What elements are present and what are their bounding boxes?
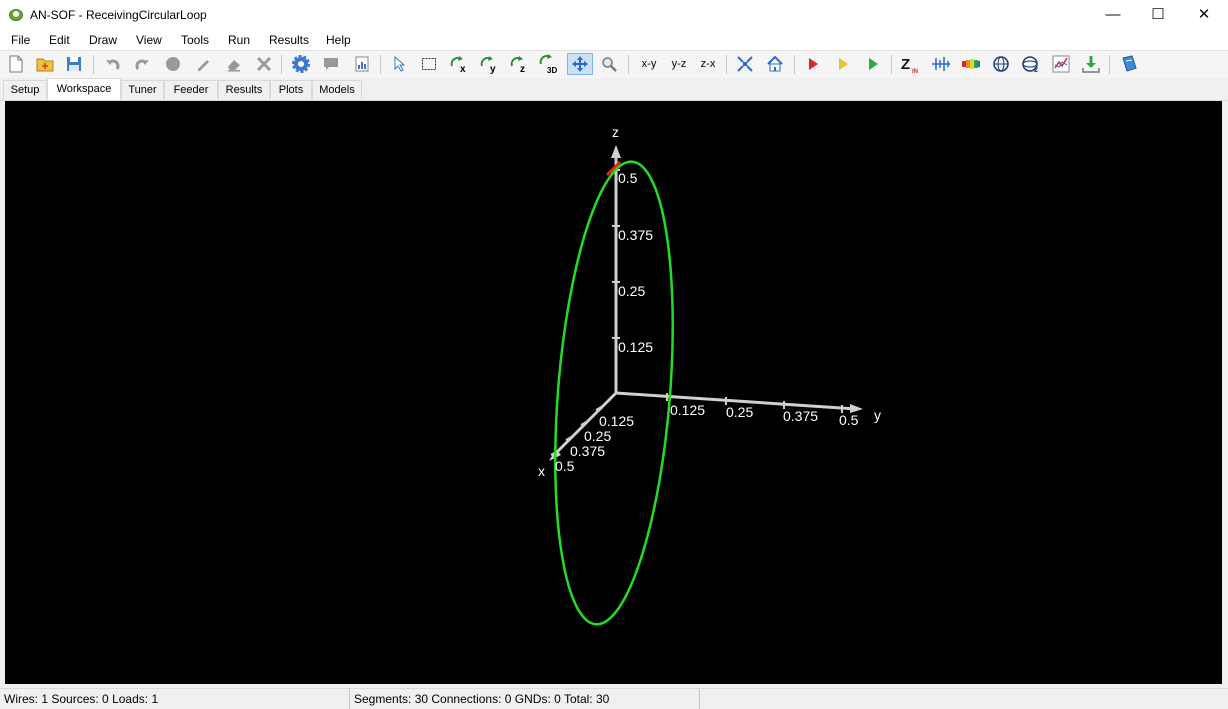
settings-gear-icon[interactable] bbox=[290, 53, 312, 75]
svg-text:Z: Z bbox=[901, 56, 910, 73]
radiation-pattern-3d-icon[interactable] bbox=[990, 53, 1012, 75]
status-wires: Wires: 1 bbox=[4, 692, 49, 706]
status-segments-section: Segments: 30 Connections: 0 GNDs: 0 Tota… bbox=[350, 689, 700, 709]
rotate-z-icon[interactable]: z bbox=[508, 53, 530, 75]
svg-text:3D: 3D bbox=[547, 66, 557, 74]
plot-chart-icon[interactable] bbox=[1050, 53, 1072, 75]
view-zx-button[interactable]: z-x bbox=[695, 53, 721, 75]
eraser-icon[interactable] bbox=[223, 53, 245, 75]
field-spectrum-icon[interactable] bbox=[960, 53, 982, 75]
run-green-icon[interactable] bbox=[862, 53, 884, 75]
menu-help[interactable]: Help bbox=[326, 33, 351, 47]
export-download-icon[interactable] bbox=[1080, 53, 1102, 75]
tab-results[interactable]: Results bbox=[218, 80, 270, 99]
x-tick-label: 0.25 bbox=[584, 428, 611, 444]
svg-text:2: 2 bbox=[1034, 67, 1038, 73]
rect-select-icon[interactable] bbox=[418, 53, 440, 75]
pencil-icon[interactable] bbox=[192, 53, 214, 75]
workspace-scene: z y x 0.125 0.25 0.375 0.5 0.125 0.25 0.… bbox=[538, 124, 881, 626]
current-distribution-icon[interactable] bbox=[930, 53, 952, 75]
status-segments: Segments: 30 bbox=[354, 692, 429, 706]
z-tick-label: 0.5 bbox=[618, 170, 638, 186]
y-tick-label: 0.25 bbox=[726, 404, 753, 420]
status-connections: Connections: 0 bbox=[431, 692, 512, 706]
undo-icon[interactable] bbox=[102, 53, 124, 75]
rotate-y-icon[interactable]: y bbox=[478, 53, 500, 75]
x-axis-label: x bbox=[538, 463, 545, 479]
pan-move-icon[interactable] bbox=[567, 53, 593, 75]
rotate-3d-icon[interactable]: 3D bbox=[538, 53, 560, 75]
tab-workspace[interactable]: Workspace bbox=[47, 78, 121, 100]
tab-feeder[interactable]: Feeder bbox=[164, 80, 218, 99]
z-axis-arrow bbox=[611, 145, 621, 158]
status-loads: Loads: 1 bbox=[112, 692, 159, 706]
y-tick-label: 0.5 bbox=[839, 412, 859, 428]
report-icon[interactable] bbox=[351, 53, 373, 75]
run-red-icon[interactable] bbox=[802, 53, 824, 75]
tab-tuner[interactable]: Tuner bbox=[121, 80, 164, 99]
tab-setup[interactable]: Setup bbox=[3, 80, 47, 99]
radiation-pattern-2d-icon[interactable]: 2 bbox=[1020, 53, 1042, 75]
x-tick-label: 0.375 bbox=[570, 443, 605, 459]
status-sources: Sources: 0 bbox=[51, 692, 109, 706]
workspace-3d-viewport[interactable]: z y x 0.125 0.25 0.375 0.5 0.125 0.25 0.… bbox=[5, 101, 1222, 684]
zoom-magnifier-icon[interactable] bbox=[598, 53, 620, 75]
x-tick-label: 0.5 bbox=[555, 458, 575, 474]
x-tick-label: 0.125 bbox=[599, 413, 634, 429]
view-yz-button[interactable]: y-z bbox=[666, 53, 692, 75]
app-logo-icon bbox=[9, 9, 23, 21]
svg-text:IN: IN bbox=[912, 69, 918, 74]
stop-icon[interactable] bbox=[162, 53, 184, 75]
menu-tools[interactable]: Tools bbox=[181, 33, 209, 47]
y-axis-label: y bbox=[874, 407, 881, 423]
z-tick-label: 0.125 bbox=[618, 339, 653, 355]
fit-view-icon[interactable] bbox=[734, 53, 756, 75]
help-manual-icon[interactable] bbox=[1118, 53, 1140, 75]
input-impedance-icon[interactable]: Z IN bbox=[899, 53, 923, 75]
status-bar: Wires: 1 Sources: 0 Loads: 1 Segments: 3… bbox=[0, 688, 1228, 709]
open-folder-icon[interactable] bbox=[34, 53, 56, 75]
menu-results[interactable]: Results bbox=[269, 33, 309, 47]
y-tick-label: 0.375 bbox=[783, 408, 818, 424]
menu-view[interactable]: View bbox=[136, 33, 162, 47]
maximize-button[interactable]: ☐ bbox=[1135, 0, 1181, 30]
status-wires-section: Wires: 1 Sources: 0 Loads: 1 bbox=[0, 689, 350, 709]
z-axis-label: z bbox=[612, 124, 619, 140]
toolbar: x y z 3D x-y y-z z-x Z IN 2 bbox=[0, 50, 1228, 79]
redo-icon[interactable] bbox=[131, 53, 153, 75]
tab-bar: Setup Workspace Tuner Feeder Results Plo… bbox=[0, 78, 1228, 101]
new-file-icon[interactable] bbox=[5, 53, 27, 75]
menu-file[interactable]: File bbox=[11, 33, 30, 47]
menu-draw[interactable]: Draw bbox=[89, 33, 117, 47]
title-bar: AN-SOF - ReceivingCircularLoop — ☐ ✕ bbox=[0, 0, 1228, 30]
delete-icon[interactable] bbox=[253, 53, 275, 75]
menu-run[interactable]: Run bbox=[228, 33, 250, 47]
status-empty-section bbox=[700, 689, 1228, 709]
status-gnds: GNDs: 0 bbox=[514, 692, 561, 706]
tab-models[interactable]: Models bbox=[312, 80, 362, 99]
save-icon[interactable] bbox=[63, 53, 85, 75]
select-pointer-icon[interactable] bbox=[389, 53, 411, 75]
svg-text:x: x bbox=[460, 64, 466, 74]
tab-plots[interactable]: Plots bbox=[270, 80, 312, 99]
menu-bar: File Edit Draw View Tools Run Results He… bbox=[0, 30, 1228, 50]
close-button[interactable]: ✕ bbox=[1181, 0, 1227, 30]
home-view-icon[interactable] bbox=[764, 53, 786, 75]
window-title: AN-SOF - ReceivingCircularLoop bbox=[30, 8, 207, 22]
run-yellow-icon[interactable] bbox=[832, 53, 854, 75]
view-xy-button[interactable]: x-y bbox=[636, 53, 662, 75]
minimize-button[interactable]: — bbox=[1090, 0, 1136, 30]
comment-icon[interactable] bbox=[320, 53, 342, 75]
y-tick-label: 0.125 bbox=[670, 402, 705, 418]
z-tick-label: 0.25 bbox=[618, 283, 645, 299]
menu-edit[interactable]: Edit bbox=[49, 33, 70, 47]
svg-text:y: y bbox=[490, 64, 496, 74]
rotate-x-icon[interactable]: x bbox=[448, 53, 470, 75]
svg-text:z: z bbox=[520, 64, 525, 74]
status-total: Total: 30 bbox=[563, 692, 610, 706]
z-tick-label: 0.375 bbox=[618, 227, 653, 243]
